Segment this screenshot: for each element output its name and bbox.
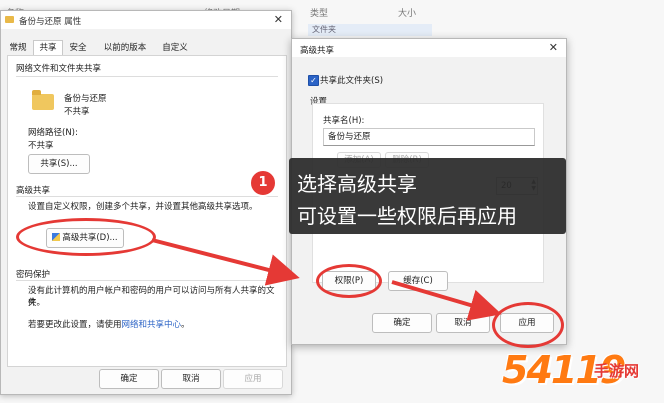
watermark-text: 手游网: [594, 362, 640, 380]
site-watermark: 54119 手游网: [502, 346, 664, 398]
arrow-to-advanced-dialog: [151, 238, 300, 286]
arrow-to-apply-button: [391, 280, 502, 321]
annotation-arrows: [151, 238, 502, 321]
